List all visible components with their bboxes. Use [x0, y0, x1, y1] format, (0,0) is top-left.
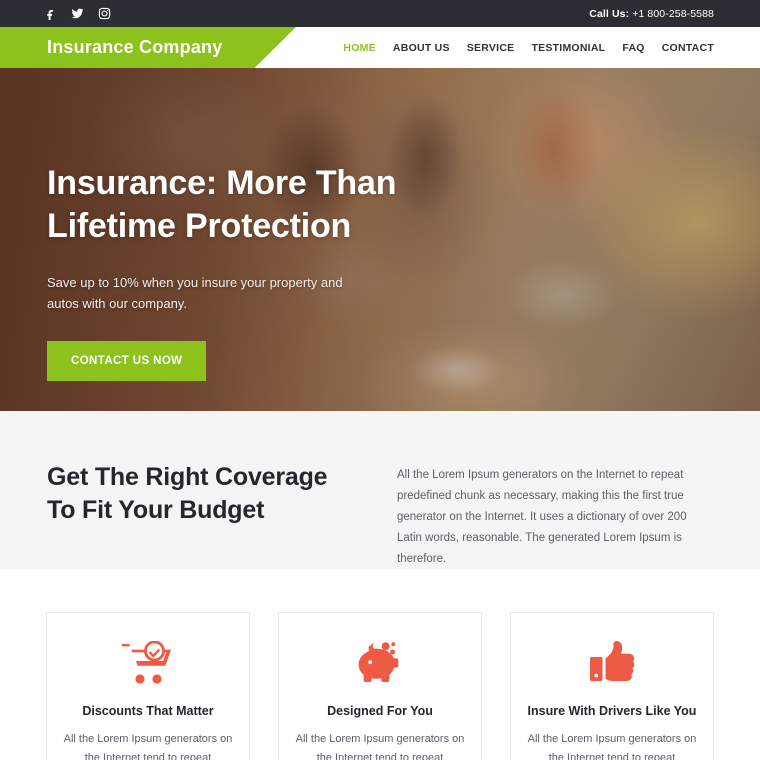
thumbs-up-icon	[527, 635, 697, 691]
contact-us-now-button[interactable]: CONTACT US NOW	[47, 340, 207, 381]
nav-item-testimonial[interactable]: TESTIMONIAL	[531, 42, 605, 54]
coverage-title-line-1: Get The Right Coverage	[47, 463, 328, 491]
coverage-body-text: All the Lorem Ipsum generators on the In…	[397, 469, 687, 565]
hero-banner: Insurance: More Than Lifetime Protection…	[0, 68, 760, 411]
main-navigation: HOME ABOUT US SERVICE TESTIMONIAL FAQ CO…	[343, 42, 714, 54]
coverage-title-line-2: To Fit Your Budget	[47, 496, 265, 524]
coverage-title: Get The Right Coverage To Fit Your Budge…	[47, 461, 357, 527]
hero-content: Insurance: More Than Lifetime Protection…	[0, 68, 470, 381]
site-header: Insurance Company HOME ABOUT US SERVICE …	[0, 27, 760, 68]
call-us-text: Call Us: +1 800-258-5588	[589, 8, 714, 20]
coverage-section: Get The Right Coverage To Fit Your Budge…	[0, 411, 760, 569]
feature-card-designed-for-you[interactable]: Designed For You All the Lorem Ipsum gen…	[278, 612, 482, 760]
feature-card-text: All the Lorem Ipsum generators on the In…	[527, 733, 697, 760]
feature-card-text: All the Lorem Ipsum generators on the In…	[63, 733, 233, 760]
nav-item-faq[interactable]: FAQ	[622, 42, 644, 54]
logo-banner: Insurance Company	[0, 27, 296, 68]
call-us-label: Call Us:	[589, 7, 630, 20]
nav-item-service[interactable]: SERVICE	[467, 42, 515, 54]
instagram-icon[interactable]	[98, 7, 111, 20]
nav-item-home[interactable]: HOME	[343, 42, 376, 54]
feature-card-title: Designed For You	[327, 704, 433, 718]
top-utility-bar: Call Us: +1 800-258-5588	[0, 0, 760, 27]
hero-title-line-1: Insurance: More Than	[47, 164, 397, 202]
shopping-cart-check-icon	[63, 635, 233, 691]
social-links	[44, 7, 111, 20]
nav-item-contact[interactable]: CONTACT	[662, 42, 714, 54]
twitter-icon[interactable]	[71, 7, 84, 20]
site-logo[interactable]: Insurance Company	[47, 37, 222, 58]
feature-card-text: All the Lorem Ipsum generators on the In…	[295, 733, 465, 760]
facebook-icon[interactable]	[44, 7, 57, 20]
hero-title-line-2: Lifetime Protection	[47, 206, 352, 245]
nav-item-about-us[interactable]: ABOUT US	[393, 42, 450, 54]
phone-number[interactable]: +1 800-258-5588	[632, 8, 714, 20]
feature-card-title: Insure With Drivers Like You	[527, 704, 697, 718]
piggy-bank-icon	[295, 635, 465, 691]
hero-subtitle: Save up to 10% when you insure your prop…	[47, 274, 343, 312]
feature-card-title: Discounts That Matter	[82, 704, 214, 718]
hero-title: Insurance: More Than Lifetime Protection	[47, 162, 470, 248]
feature-card-insure-with-drivers[interactable]: Insure With Drivers Like You All the Lor…	[510, 612, 714, 760]
feature-cards: Discounts That Matter All the Lorem Ipsu…	[0, 569, 760, 760]
feature-card-discounts[interactable]: Discounts That Matter All the Lorem Ipsu…	[46, 612, 250, 760]
